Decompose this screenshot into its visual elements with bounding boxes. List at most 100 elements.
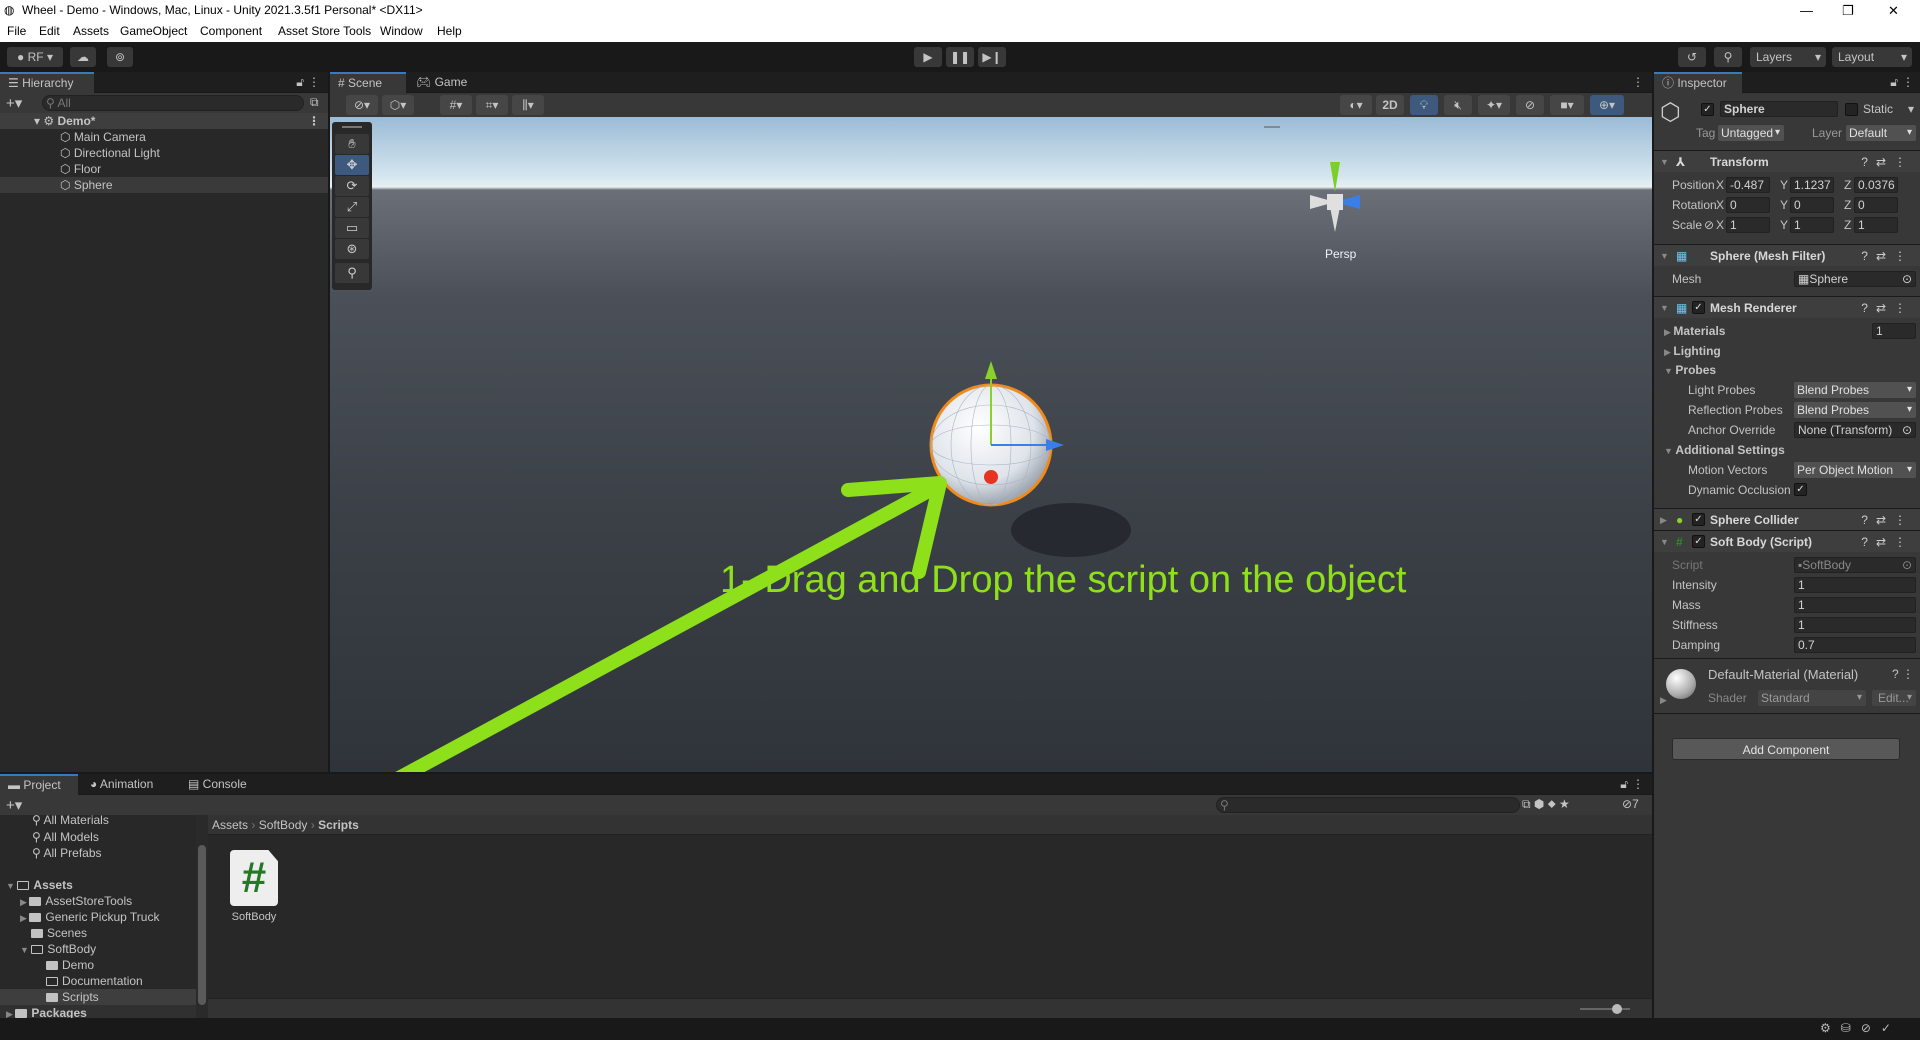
position-y[interactable]: 1.1237 xyxy=(1790,177,1834,193)
hierarchy-item-selected[interactable]: ⬡ Sphere xyxy=(0,177,328,193)
step-button[interactable]: ▶❙ xyxy=(978,47,1006,67)
add-button[interactable]: +▾ xyxy=(6,94,22,112)
dynamic-occlusion-checkbox[interactable]: ✓ xyxy=(1794,483,1807,496)
edit-shader-button[interactable]: Edit... xyxy=(1872,690,1916,706)
favorite-item[interactable]: ⚲ All Prefabs xyxy=(0,845,196,861)
rotation-x[interactable]: 0 xyxy=(1726,197,1770,213)
position-x[interactable]: -0.487 xyxy=(1726,177,1770,193)
lighting-toggle-icon[interactable]: 💡︎ xyxy=(1410,95,1438,115)
rotation-z[interactable]: 0 xyxy=(1854,197,1898,213)
menu-window[interactable]: Window xyxy=(380,21,423,42)
more-icon[interactable]: ⋮ xyxy=(1902,75,1914,89)
gizmos-dropdown[interactable]: ⊕▾ xyxy=(1590,95,1624,115)
mesh-renderer-header[interactable]: ▼ ▦ ✓ Mesh Renderer ?⇄⋮ xyxy=(1654,296,1920,318)
icon-size-slider[interactable] xyxy=(1580,1008,1630,1010)
camera-dropdown[interactable]: ■▾ xyxy=(1550,95,1584,115)
tab-inspector[interactable]: ⓘ Inspector xyxy=(1654,72,1742,93)
favorite-item[interactable]: ⚲ All Models xyxy=(0,829,196,845)
folder-item[interactable]: ▼ SoftBody xyxy=(0,941,196,957)
packages-folder[interactable]: ▶ Packages xyxy=(0,1005,196,1018)
menu-assets[interactable]: Assets xyxy=(73,21,109,42)
search-by-type-icon[interactable]: ⧉ ⬢ ⬥ ★ xyxy=(1522,797,1570,812)
snap-dropdown[interactable]: ⌗▾ xyxy=(476,95,508,115)
intensity-field[interactable]: 1 xyxy=(1794,577,1916,593)
assets-folder[interactable]: ▼ Assets xyxy=(0,877,196,893)
scene-root[interactable]: ▾ ⚙ Demo* ⋮ xyxy=(0,113,328,129)
lock-icon[interactable]: 🔓︎ xyxy=(1890,75,1898,90)
tab-console[interactable]: ▤ Console xyxy=(180,774,255,795)
scale-x[interactable]: 1 xyxy=(1726,217,1770,233)
materials-count[interactable]: 1 xyxy=(1872,323,1916,339)
sphere-collider-header[interactable]: ▶ ● ✓ Sphere Collider ?⇄⋮ xyxy=(1654,508,1920,530)
layers-dropdown[interactable]: Layers ▾ xyxy=(1750,47,1826,67)
hidden-packages-count[interactable]: ⊘7 xyxy=(1622,797,1639,811)
rotation-y[interactable]: 0 xyxy=(1790,197,1834,213)
script-file-icon[interactable]: # xyxy=(230,850,278,906)
hidden-objects-icon[interactable]: ⊘ xyxy=(1516,95,1544,115)
folder-item[interactable]: ▶ AssetStoreTools xyxy=(0,893,196,909)
menu-component[interactable]: Component xyxy=(200,21,262,42)
scale-y[interactable]: 1 xyxy=(1790,217,1834,233)
2d-toggle[interactable]: 2D xyxy=(1376,95,1404,115)
play-button[interactable]: ▶ xyxy=(914,47,942,67)
folder-item[interactable]: ▶ Generic Pickup Truck xyxy=(0,909,196,925)
slider-handle[interactable] xyxy=(1612,1004,1622,1014)
account-dropdown[interactable]: ● RF ▾ xyxy=(7,47,63,67)
folder-item[interactable]: Scenes xyxy=(0,925,196,941)
hierarchy-item[interactable]: ⬡ Directional Light xyxy=(0,145,328,161)
tab-hierarchy[interactable]: ☰ Hierarchy xyxy=(0,72,94,93)
collab-icon[interactable]: ⊚ xyxy=(107,47,133,67)
more-icon[interactable]: ⋮ xyxy=(1632,75,1644,89)
motion-vectors-dropdown[interactable]: Per Object Motion xyxy=(1794,462,1916,478)
increment-snap-dropdown[interactable]: ⫼▾ xyxy=(512,95,544,115)
mesh-filter-header[interactable]: ▼ ▦ Sphere (Mesh Filter) ?⇄⋮ xyxy=(1654,244,1920,266)
hierarchy-item[interactable]: ⬡ Floor xyxy=(0,161,328,177)
tab-scene[interactable]: # Scene xyxy=(330,72,406,93)
pause-button[interactable]: ❚❚ xyxy=(946,47,974,67)
stiffness-field[interactable]: 1 xyxy=(1794,617,1916,633)
status-icons[interactable]: ⚙⛁⊘✓ xyxy=(1820,1021,1901,1035)
name-field[interactable]: Sphere xyxy=(1720,101,1838,117)
draw-mode-dropdown[interactable]: ⊘▾ xyxy=(346,95,378,115)
light-probes-dropdown[interactable]: Blend Probes xyxy=(1794,382,1916,398)
damping-field[interactable]: 0.7 xyxy=(1794,637,1916,653)
tree-scrollbar[interactable] xyxy=(196,815,208,1018)
persp-label[interactable]: Persp xyxy=(1325,247,1356,261)
static-dropdown[interactable]: ▾ xyxy=(1908,102,1914,116)
hierarchy-item[interactable]: ⬡ Main Camera xyxy=(0,129,328,145)
add-component-button[interactable]: Add Component xyxy=(1672,738,1900,760)
lighting-foldout[interactable]: ▶ Lighting xyxy=(1664,344,1721,358)
lighting-dropdown[interactable]: ◐▾ xyxy=(1340,95,1372,115)
minimize-button[interactable]: — xyxy=(1800,0,1813,21)
hierarchy-search-input[interactable]: ⚲ All xyxy=(42,95,304,111)
scale-z[interactable]: 1 xyxy=(1854,217,1898,233)
close-button[interactable]: ✕ xyxy=(1888,0,1899,21)
menu-gameobject[interactable]: GameObject xyxy=(120,21,187,42)
script-file-label[interactable]: SoftBody xyxy=(222,911,286,923)
menu-asset-store-tools[interactable]: Asset Store Tools xyxy=(278,21,371,42)
position-z[interactable]: 0.0376 xyxy=(1854,177,1898,193)
more-icon[interactable]: ⋮ xyxy=(1632,777,1644,791)
additional-settings-foldout[interactable]: ▼ Additional Settings xyxy=(1664,443,1785,457)
mesh-field[interactable]: ▦Sphere ⊙ xyxy=(1794,271,1916,287)
tab-project[interactable]: ▬ Project xyxy=(0,774,78,795)
folder-item[interactable]: Documentation xyxy=(0,973,196,989)
maximize-button[interactable]: ❐ xyxy=(1842,0,1854,21)
effects-dropdown[interactable]: ✦▾ xyxy=(1478,95,1510,115)
tab-game[interactable]: 🎮︎ Game xyxy=(408,72,475,93)
lock-icon[interactable]: 🔓︎ xyxy=(1620,777,1628,792)
layout-dropdown[interactable]: Layout ▾ xyxy=(1832,47,1912,67)
mass-field[interactable]: 1 xyxy=(1794,597,1916,613)
audio-toggle-icon[interactable]: 🔇︎ xyxy=(1444,95,1472,115)
x-axis-handle[interactable] xyxy=(984,470,998,484)
menu-file[interactable]: File xyxy=(7,21,26,42)
orientation-gizmo[interactable] xyxy=(1310,162,1360,232)
tag-dropdown[interactable]: Untagged xyxy=(1718,125,1784,141)
y-arrow-icon[interactable] xyxy=(985,361,997,379)
constrain-scale-icon[interactable]: ⊘ xyxy=(1704,218,1714,232)
folder-item[interactable]: Demo xyxy=(0,957,196,973)
folder-item-selected[interactable]: Scripts xyxy=(0,989,196,1005)
search-by-type-icon[interactable]: ⧉ xyxy=(310,95,319,110)
static-checkbox[interactable] xyxy=(1845,103,1858,116)
tab-animation[interactable]: ◕ Animation xyxy=(82,774,161,795)
